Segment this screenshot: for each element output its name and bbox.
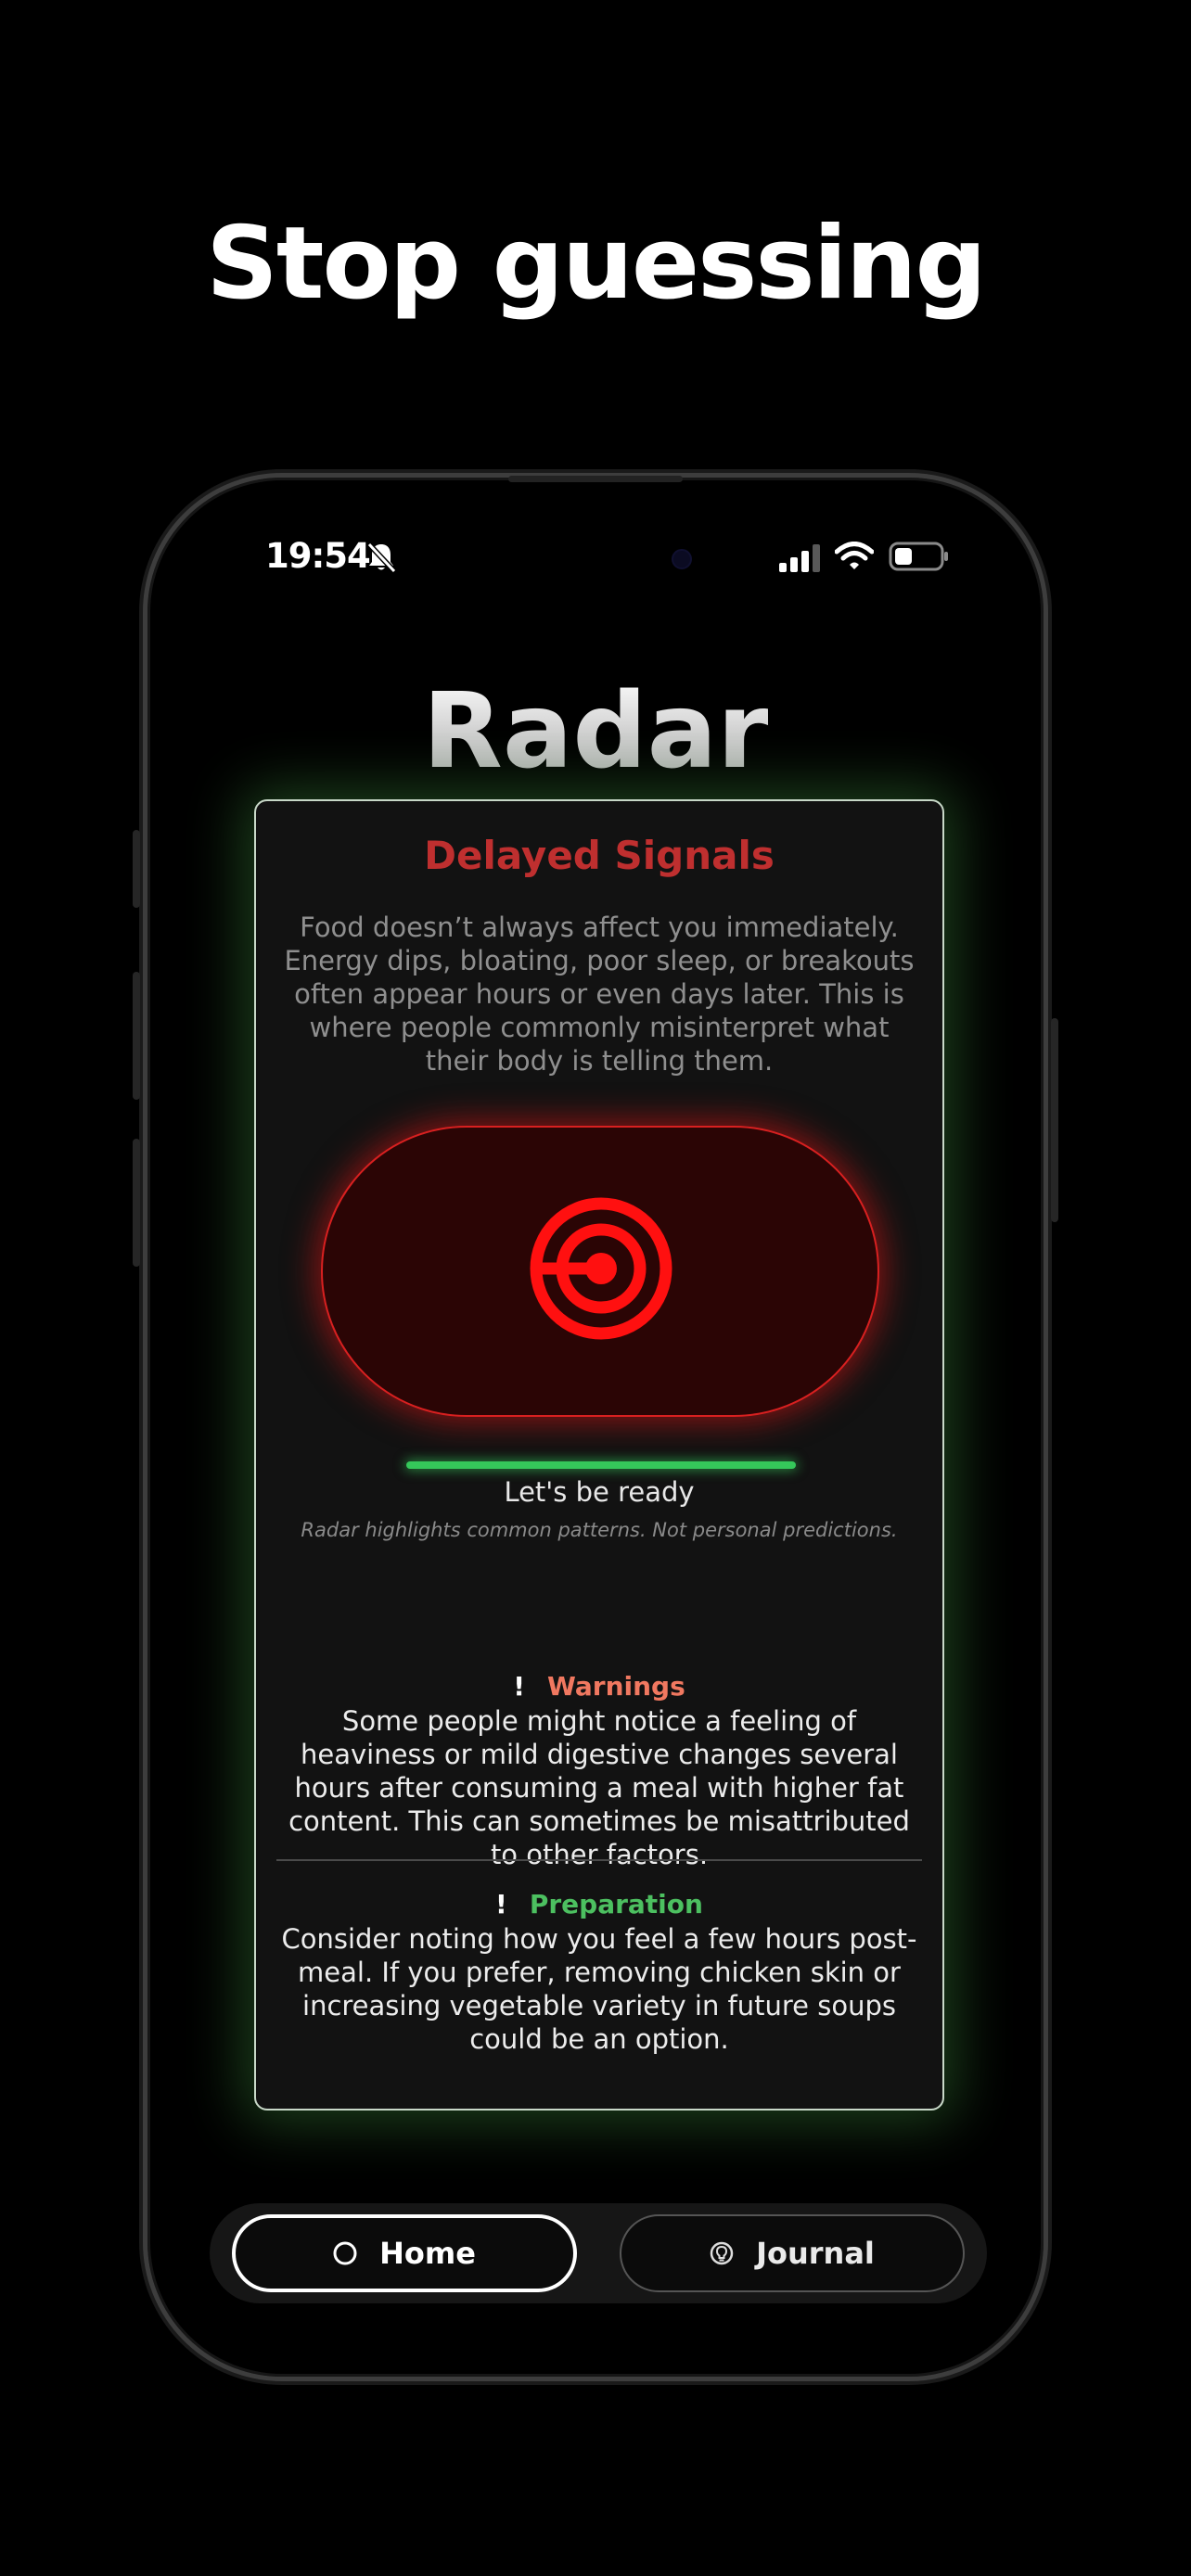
preparation-exclamation-icon: ! bbox=[495, 1889, 507, 1919]
status-time: 19:54 bbox=[265, 536, 371, 576]
front-camera bbox=[672, 549, 692, 569]
disclaimer-text: Radar highlights common patterns. Not pe… bbox=[301, 1519, 898, 1541]
tab-home-label: Home bbox=[379, 2236, 476, 2271]
phone-power-button bbox=[1051, 1018, 1058, 1222]
preparation-body: Consider noting how you feel a few hours… bbox=[281, 1923, 917, 2055]
app-title: Radar bbox=[0, 671, 1191, 792]
bottom-tab-bar: Home Journal bbox=[210, 2203, 987, 2303]
warnings-title: Warnings bbox=[547, 1671, 685, 1702]
card-title: Delayed Signals bbox=[424, 833, 775, 878]
preparation-heading: ! Preparation bbox=[256, 1889, 942, 1919]
card-description: Food doesn’t always affect you immediate… bbox=[284, 912, 915, 1077]
section-divider bbox=[276, 1859, 922, 1861]
lightbulb-icon bbox=[710, 2241, 734, 2265]
warnings-heading: ! Warnings bbox=[256, 1671, 942, 1702]
target-icon bbox=[530, 1197, 672, 1340]
preparation-title: Preparation bbox=[529, 1889, 703, 1919]
phone-volume-up-button bbox=[133, 972, 140, 1100]
cellular-signal-icon bbox=[779, 544, 820, 572]
readiness-progress-bar bbox=[406, 1461, 796, 1469]
radar-button[interactable] bbox=[321, 1126, 879, 1417]
phone-volume-down-button bbox=[133, 1139, 140, 1267]
battery-icon bbox=[889, 542, 948, 571]
phone-speaker-edge bbox=[508, 476, 683, 482]
wifi-icon bbox=[835, 542, 874, 569]
ready-label: Let's be ready bbox=[504, 1476, 695, 1508]
circle-icon bbox=[333, 2241, 357, 2265]
bell-slash-icon bbox=[366, 542, 397, 574]
warnings-body: Some people might notice a feeling of he… bbox=[288, 1705, 910, 1870]
warning-exclamation-icon: ! bbox=[513, 1671, 525, 1702]
tab-journal[interactable]: Journal bbox=[620, 2214, 965, 2292]
tab-home[interactable]: Home bbox=[232, 2214, 577, 2292]
phone-action-button bbox=[133, 830, 140, 908]
tab-journal-label: Journal bbox=[756, 2236, 875, 2271]
marketing-headline: Stop guessing bbox=[206, 206, 987, 322]
radar-card: Delayed Signals Food doesn’t always affe… bbox=[254, 799, 944, 2111]
